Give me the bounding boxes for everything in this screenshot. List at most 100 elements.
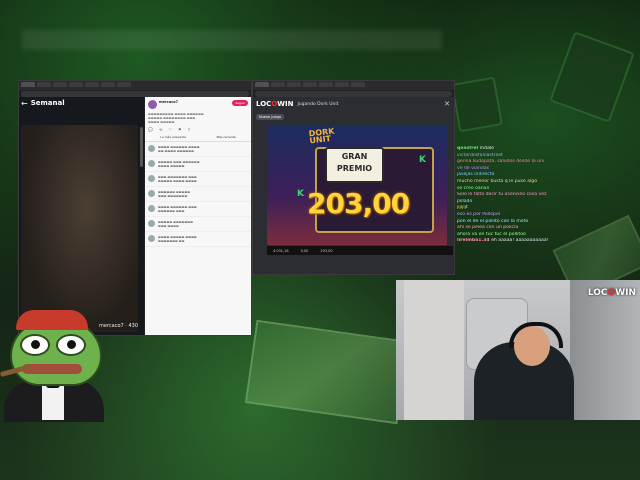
chat-username[interactable]: lirelmba1.34 — [457, 238, 490, 243]
tweet-photo[interactable] — [21, 125, 138, 332]
browser-tab[interactable] — [53, 82, 67, 87]
slot-page: LOCOWIN Jugando Dork Unit ✕ Nuevo juego … — [253, 97, 454, 274]
chat-text: eso es por Pollopol — [457, 211, 501, 217]
avatar[interactable] — [148, 160, 155, 167]
slot-game-canvas[interactable]: DORK UNIT GRAN PREMIO K K 203,00 — [267, 125, 447, 245]
card-decor — [451, 76, 503, 133]
win-amount: 203,00 — [307, 187, 410, 220]
comment-text: ▬▬▬▬▬ ▬▬▬▬▬▬▬ ▬▬▬ ▬▬▬▬ — [158, 220, 193, 228]
chat-message: lirelmba1.34 eh aaaaa! aaaaaaaaaaa! — [457, 238, 639, 245]
scrollbar[interactable] — [140, 127, 143, 167]
chat-message: Solo le falta decir tu asencieo cosa vez — [457, 192, 639, 199]
browser-tab[interactable] — [101, 82, 115, 87]
pepe-hat — [16, 310, 88, 330]
comment-text: ▬▬▬▬ ▬▬▬▬▬▬ ▬▬▬▬ ▬▬ ▬▬▬▬ ▬▬▬▬▬▬ — [158, 145, 200, 153]
browser-tab[interactable] — [69, 82, 83, 87]
tab-strip — [19, 81, 251, 90]
game-title: DORK UNIT — [308, 126, 335, 146]
new-game-button[interactable]: Nuevo juego — [256, 114, 285, 120]
casino-header: LOCOWIN Jugando Dork Unit ✕ — [253, 97, 454, 111]
list-item[interactable]: ▬▬▬ ▬▬▬▬▬▬▬ ▬▬▬ ▬▬▬▬▬ ▬▬▬▬ ▬▬▬▬ — [145, 172, 251, 187]
avatar[interactable] — [148, 100, 157, 109]
stream-chat: qeasfrel mdale victordosfanlastreet genna … — [457, 146, 639, 276]
comment-text: ▬▬▬▬▬▬ ▬▬▬▬▬ ▬▬▬ ▬▬▬▬▬▬▬ — [158, 190, 191, 198]
close-icon[interactable]: ✕ — [444, 100, 450, 108]
follow-button[interactable]: Seguir — [232, 100, 248, 106]
pepe-eye — [56, 334, 86, 356]
k-symbol-icon: K — [297, 189, 304, 199]
tab-recent[interactable]: Más reciente — [217, 135, 236, 139]
comment-text: ▬▬▬▬ ▬▬▬▬▬ ▬▬▬▬ ▬▬▬▬▬▬▬ ▬▬ — [158, 235, 197, 243]
webcam-feed: LOCOWIN — [396, 280, 640, 420]
tweet-text: ▬▬▬▬▬▬▬▬▬ ▬▬▬▬ ▬▬▬▬▬▬ ▬▬▬▬▬ ▬▬▬▬▬▬▬▬ ▬▬▬ ▬… — [148, 112, 204, 124]
back-arrow-icon[interactable]: ← — [21, 99, 28, 108]
tweet-media-pane: ← Semanal mercaco7 · 430 — [19, 97, 144, 335]
twitter-browser-window: ← Semanal mercaco7 · 430 mercaco7 Seguir… — [18, 80, 252, 336]
chat-text: ve de viandas — [457, 165, 490, 171]
chat-message: se creo oanan — [457, 186, 639, 193]
avatar[interactable] — [148, 205, 155, 212]
avatar[interactable] — [148, 145, 155, 152]
chat-message: ahora va en tuc tuc el pollitoo — [457, 232, 639, 239]
browser-tab[interactable] — [271, 82, 285, 87]
retweet-icon[interactable]: ⟲ — [159, 127, 162, 132]
avatar[interactable] — [148, 220, 155, 227]
browser-tab[interactable] — [351, 82, 365, 87]
tweet-title: Semanal — [30, 99, 65, 107]
list-item[interactable]: ▬▬▬▬ ▬▬▬▬▬▬ ▬▬▬▬ ▬▬ ▬▬▬▬ ▬▬▬▬▬▬ — [145, 142, 251, 157]
browser-tab[interactable] — [335, 82, 349, 87]
browser-tab[interactable] — [37, 82, 51, 87]
chat-message: pillado — [457, 199, 639, 206]
browser-tab[interactable] — [85, 82, 99, 87]
webcam-logo: LOCOWIN — [587, 288, 636, 298]
chat-text: pon el de el pollito con la moto — [457, 218, 529, 224]
list-item[interactable]: ▬▬▬▬ ▬▬▬▬▬ ▬▬▬▬ ▬▬▬▬▬▬▬ ▬▬ — [145, 232, 251, 247]
list-item[interactable]: ▬▬▬▬▬ ▬▬▬ ▬▬▬▬▬▬ ▬▬▬▬ ▬▬▬▬▬ — [145, 157, 251, 172]
chat-message: eso es por Pollopol — [457, 212, 639, 219]
list-item[interactable]: ▬▬▬▬▬ ▬▬▬▬▬▬▬ ▬▬▬ ▬▬▬▬ — [145, 217, 251, 232]
casino-browser-window: LOCOWIN Jugando Dork Unit ✕ Nuevo juego … — [252, 80, 455, 275]
tab-relevant[interactable]: Lo más relevante — [160, 135, 186, 139]
playing-label: Jugando Dork Unit — [297, 101, 339, 107]
chat-message: pon el de el pollito con la moto — [457, 219, 639, 226]
chat-text: Solo le falta decir tu asencieo cosa vez — [457, 192, 547, 198]
avatar[interactable] — [148, 235, 155, 242]
chat-text: genna kudopata, saludos desde la uni — [457, 159, 545, 165]
browser-tab[interactable] — [117, 82, 131, 87]
chat-text: victordosfanlastreet — [457, 152, 503, 158]
blurred-top-banner — [22, 30, 442, 50]
browser-tab[interactable] — [255, 82, 269, 87]
chat-text: mucho menor busta q le puse algo — [457, 178, 538, 184]
webcam-curtain — [570, 280, 640, 420]
browser-tab[interactable] — [21, 82, 35, 87]
k-symbol-icon: K — [419, 155, 426, 165]
share-icon[interactable]: ⇪ — [188, 127, 191, 132]
chat-message: ahí se pelea con un policía — [457, 225, 639, 232]
avatar[interactable] — [148, 190, 155, 197]
chat-message: jasejas indirecta — [457, 172, 639, 179]
chat-message: qeasfrel mdale — [457, 146, 639, 153]
bookmark-icon[interactable]: ⚑ — [178, 127, 182, 132]
chat-text: pillado — [457, 198, 473, 204]
chat-text: se creo oanan — [457, 185, 490, 191]
author-name[interactable]: mercaco7 — [159, 100, 178, 104]
chat-username[interactable]: qeasfrel — [457, 146, 478, 151]
chat-message: ve de viandas — [457, 166, 639, 173]
casino-logo[interactable]: LOCOWIN — [256, 100, 293, 108]
tweet-author: mercaco7 Seguir — [145, 97, 251, 112]
comment-text: ▬▬▬▬▬ ▬▬▬ ▬▬▬▬▬▬ ▬▬▬▬ ▬▬▬▬▬ — [158, 160, 200, 168]
webcam-background-door — [404, 280, 464, 420]
browser-tab[interactable] — [287, 82, 301, 87]
list-item[interactable]: ▬▬▬▬ ▬▬▬▬▬▬ ▬▬▬ ▬▬▬▬▬▬ ▬▬▬ — [145, 202, 251, 217]
avatar[interactable] — [148, 175, 155, 182]
tweet-header: ← Semanal — [19, 97, 144, 109]
browser-tab[interactable] — [303, 82, 317, 87]
comment-text: ▬▬▬ ▬▬▬▬▬▬▬ ▬▬▬ ▬▬▬▬▬ ▬▬▬▬ ▬▬▬▬ — [158, 175, 197, 183]
list-item[interactable]: ▬▬▬▬▬▬ ▬▬▬▬▬ ▬▬▬ ▬▬▬▬▬▬▬ — [145, 187, 251, 202]
balance-value: 4.031,18 — [273, 248, 289, 253]
reply-icon[interactable]: 💬 — [148, 127, 153, 132]
like-icon[interactable]: ♡ — [168, 127, 172, 132]
pepe-emote — [0, 308, 110, 424]
browser-tab[interactable] — [319, 82, 333, 87]
chat-message: victordosfanlastreet — [457, 153, 639, 160]
